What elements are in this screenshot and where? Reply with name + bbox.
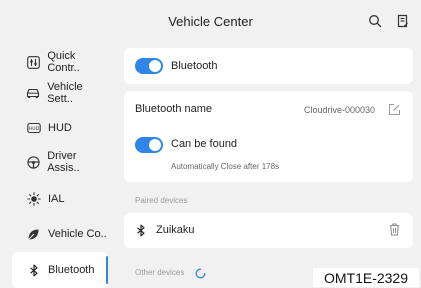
sidebar: Quick Contr.. Vehicle Sett.. HUD HUD Dri… bbox=[0, 44, 118, 288]
car-icon bbox=[26, 86, 40, 101]
page-title: Vehicle Center bbox=[168, 14, 253, 29]
paired-devices-title: Paired devices bbox=[135, 196, 188, 205]
sidebar-item-driver-assist[interactable]: Driver Assis.. bbox=[12, 144, 108, 180]
quick-control-icon bbox=[26, 55, 40, 70]
edit-icon[interactable] bbox=[388, 103, 402, 117]
notes-icon[interactable] bbox=[395, 13, 411, 29]
sidebar-item-label: Driver Assis.. bbox=[47, 150, 80, 174]
sidebar-item-label: Vehicle Co.. bbox=[48, 228, 107, 240]
bluetooth-toggle[interactable] bbox=[135, 58, 163, 74]
auto-close-note: Automatically Close after 178s bbox=[171, 162, 280, 171]
sidebar-item-label: IAL bbox=[48, 193, 65, 205]
bluetooth-toggle-label: Bluetooth bbox=[171, 60, 218, 72]
sidebar-item-label: Vehicle Sett.. bbox=[47, 81, 83, 105]
sidebar-item-vehicle-settings[interactable]: Vehicle Sett.. bbox=[12, 75, 108, 111]
light-icon bbox=[26, 192, 41, 207]
bluetooth-settings-card: Bluetooth name Cloudrive-000030 Can be f… bbox=[124, 91, 413, 182]
can-be-found-toggle[interactable] bbox=[135, 137, 163, 153]
bluetooth-name-label: Bluetooth name bbox=[135, 103, 213, 115]
leaf-icon bbox=[26, 227, 41, 242]
sidebar-item-label: HUD bbox=[48, 122, 72, 134]
bluetooth-icon bbox=[26, 263, 41, 278]
sidebar-item-hud[interactable]: HUD HUD bbox=[12, 110, 108, 146]
header-bar: Vehicle Center bbox=[0, 0, 421, 44]
active-indicator bbox=[106, 256, 108, 284]
steering-wheel-icon bbox=[26, 155, 40, 170]
hud-icon: HUD bbox=[26, 121, 41, 136]
bluetooth-toggle-card: Bluetooth bbox=[124, 48, 413, 84]
bluetooth-name-value: Cloudrive-000030 bbox=[304, 105, 376, 115]
sidebar-item-ial[interactable]: IAL bbox=[12, 181, 108, 217]
loading-spinner-icon bbox=[195, 266, 206, 279]
sidebar-item-label: Quick Contr.. bbox=[47, 50, 80, 74]
search-icon[interactable] bbox=[367, 13, 383, 29]
paired-device-row[interactable]: Zuikaku bbox=[124, 213, 413, 248]
sidebar-item-bluetooth[interactable]: Bluetooth bbox=[12, 252, 108, 288]
trash-icon[interactable] bbox=[389, 223, 401, 237]
watermark-label: OMT1E-2329 bbox=[313, 268, 419, 287]
bluetooth-icon bbox=[136, 224, 146, 237]
sidebar-item-label: Bluetooth bbox=[48, 264, 95, 276]
device-name: Zuikaku bbox=[156, 224, 195, 236]
sidebar-item-vehicle-control[interactable]: Vehicle Co.. bbox=[12, 216, 108, 252]
svg-text:HUD: HUD bbox=[28, 126, 39, 132]
can-be-found-label: Can be found bbox=[171, 138, 238, 150]
other-devices-title: Other devices bbox=[135, 268, 185, 277]
